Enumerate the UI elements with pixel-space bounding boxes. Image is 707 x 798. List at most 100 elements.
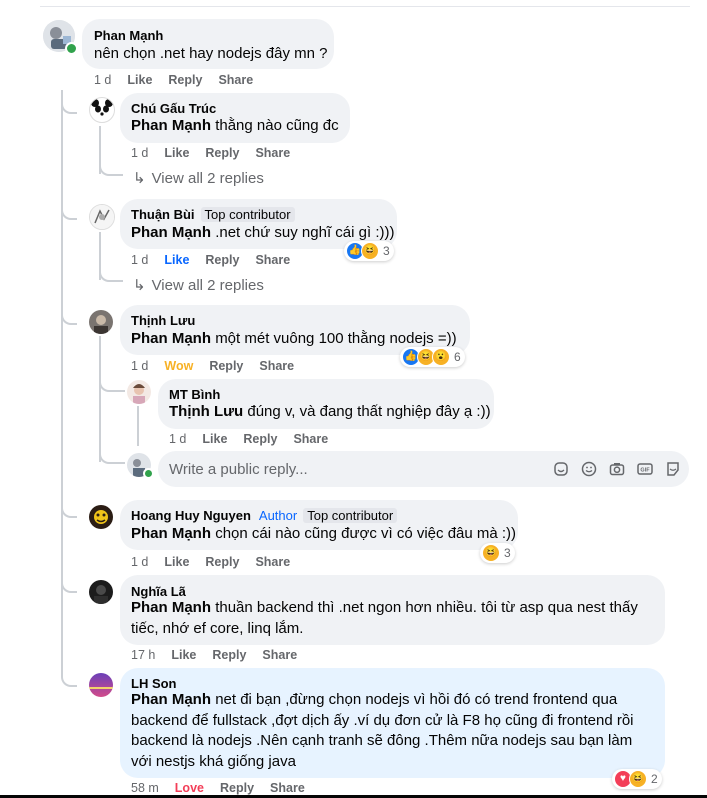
timestamp[interactable]: 1 d — [131, 359, 148, 373]
author-name[interactable]: Thuận Bùi — [131, 207, 195, 222]
reply-button[interactable]: Reply — [205, 253, 239, 267]
thread-connector — [99, 266, 123, 282]
comment-author[interactable]: LH Son — [131, 676, 177, 691]
reaction-count: 2 — [651, 772, 658, 786]
comment-text: Phan Mạnh chọn cái nào cũng được vì có v… — [131, 524, 516, 545]
thread-connector — [99, 370, 125, 392]
gif-icon[interactable]: GIF — [637, 461, 653, 477]
comment-author[interactable]: MT Bình — [169, 387, 220, 402]
comment-text: Phan Mạnh thuần backend thì .net ngon hơ… — [131, 598, 656, 639]
like-button[interactable]: Like — [171, 648, 196, 662]
comment-author[interactable]: Nghĩa Lã — [131, 584, 186, 599]
comment-author[interactable]: Thịnh Lưu — [131, 313, 195, 328]
camera-icon[interactable] — [609, 461, 625, 477]
reaction-summary[interactable]: 👍 😆 😮 6 — [400, 347, 465, 367]
view-replies-link[interactable]: ↳ View all 2 replies — [133, 276, 264, 294]
avatar[interactable] — [89, 204, 115, 230]
reaction-summary[interactable]: 👍 😆 3 — [344, 241, 394, 261]
timestamp[interactable]: 1 d — [169, 432, 186, 446]
share-button[interactable]: Share — [262, 648, 297, 662]
comment-author[interactable]: Chú Gấu Trúc — [131, 101, 216, 116]
like-button[interactable]: Like — [164, 146, 189, 160]
mention[interactable]: Phan Mạnh — [131, 599, 211, 616]
avatar[interactable] — [89, 673, 113, 697]
reply-arrow-icon: ↳ — [133, 170, 146, 187]
author-name[interactable]: Hoang Huy Nguyen — [131, 508, 251, 523]
author-badge: Author — [258, 508, 298, 523]
comment-body: một mét vuông 100 thằng nodejs =)) — [215, 330, 457, 347]
timestamp[interactable]: 58 m — [131, 781, 159, 795]
timestamp[interactable]: 1 d — [131, 253, 148, 267]
timestamp[interactable]: 1 d — [131, 555, 148, 569]
reaction-count: 3 — [504, 546, 511, 560]
comment-text: Phan Mạnh net đi bạn ,đừng chọn nodejs v… — [131, 690, 656, 772]
comment-actions: 1 d Like Reply Share — [94, 73, 269, 87]
comment-body: thằng nào cũng đc — [215, 117, 339, 134]
reply-button[interactable]: Reply — [212, 648, 246, 662]
online-status-dot — [143, 468, 154, 479]
reply-button[interactable]: Reply — [220, 781, 254, 795]
reply-button[interactable]: Reply — [168, 73, 202, 87]
share-button[interactable]: Share — [270, 781, 305, 795]
view-replies-link[interactable]: ↳ View all 2 replies — [133, 169, 264, 187]
timestamp[interactable]: 1 d — [94, 73, 111, 87]
share-button[interactable]: Share — [255, 555, 290, 569]
view-replies-label: View all 2 replies — [151, 170, 264, 187]
panda-avatar-image — [91, 99, 113, 121]
comment-author[interactable]: Phan Mạnh — [94, 28, 163, 43]
thread-connector — [61, 90, 77, 114]
svg-text:GIF: GIF — [640, 468, 650, 474]
like-button[interactable]: Like — [164, 555, 189, 569]
reply-arrow-icon: ↳ — [133, 277, 146, 294]
share-button[interactable]: Share — [293, 432, 328, 446]
thread-connector — [61, 196, 77, 220]
top-contributor-badge: Top contributor — [303, 508, 398, 523]
reply-button[interactable]: Reply — [243, 432, 277, 446]
reaction-count: 6 — [454, 350, 461, 364]
mention[interactable]: Phan Mạnh — [131, 525, 211, 542]
sticker-icon[interactable] — [665, 461, 681, 477]
timestamp[interactable]: 17 h — [131, 648, 155, 662]
mention[interactable]: Phan Mạnh — [131, 224, 211, 241]
thread-connector — [61, 657, 77, 687]
avatar[interactable] — [89, 310, 113, 334]
comment-body: đúng v, và đang thất nghiệp đây ạ :)) — [247, 403, 491, 420]
wow-reaction-icon: 😮 — [432, 348, 450, 366]
mention[interactable]: Phan Mạnh — [131, 117, 211, 134]
like-button[interactable]: Like — [127, 73, 152, 87]
comment-author: Hoang Huy Nguyen Author Top contributor — [131, 508, 398, 523]
haha-reaction-icon: 😆 — [629, 770, 647, 788]
share-button[interactable]: Share — [259, 359, 294, 373]
share-button[interactable]: Share — [255, 253, 290, 267]
avatar-image — [89, 673, 113, 697]
emoji-icon[interactable] — [581, 461, 597, 477]
avatar-sticker-icon[interactable] — [553, 461, 569, 477]
avatar[interactable] — [89, 97, 115, 123]
mention[interactable]: Phan Mạnh — [131, 691, 211, 708]
timestamp[interactable]: 1 d — [131, 146, 148, 160]
avatar-image — [127, 380, 151, 404]
avatar-image — [89, 580, 113, 604]
mention[interactable]: Phan Mạnh — [131, 330, 211, 347]
like-button[interactable]: Like — [202, 432, 227, 446]
avatar[interactable] — [89, 505, 113, 529]
reaction-summary[interactable]: ♥ 😆 2 — [612, 769, 662, 789]
comment-author: Thuận Bùi Top contributor — [131, 207, 295, 222]
reply-button[interactable]: Reply — [209, 359, 243, 373]
comment-text: nên chọn .net hay nodejs đây mn ? — [94, 45, 328, 62]
comment-actions: 1 d Like Reply Share — [169, 432, 344, 446]
share-button[interactable]: Share — [255, 146, 290, 160]
thread-connector — [61, 500, 77, 518]
love-button[interactable]: Love — [175, 781, 204, 795]
like-button[interactable]: Like — [164, 253, 189, 267]
haha-reaction-icon: 😆 — [361, 242, 379, 260]
reply-button[interactable]: Reply — [205, 146, 239, 160]
avatar[interactable] — [89, 580, 113, 604]
share-button[interactable]: Share — [218, 73, 253, 87]
comment-actions: 1 d Wow Reply Share — [131, 359, 310, 373]
reply-button[interactable]: Reply — [205, 555, 239, 569]
reaction-summary[interactable]: 😆 3 — [480, 543, 515, 563]
avatar[interactable] — [127, 380, 151, 404]
mention[interactable]: Thịnh Lưu — [169, 403, 243, 420]
wow-button[interactable]: Wow — [164, 359, 193, 373]
